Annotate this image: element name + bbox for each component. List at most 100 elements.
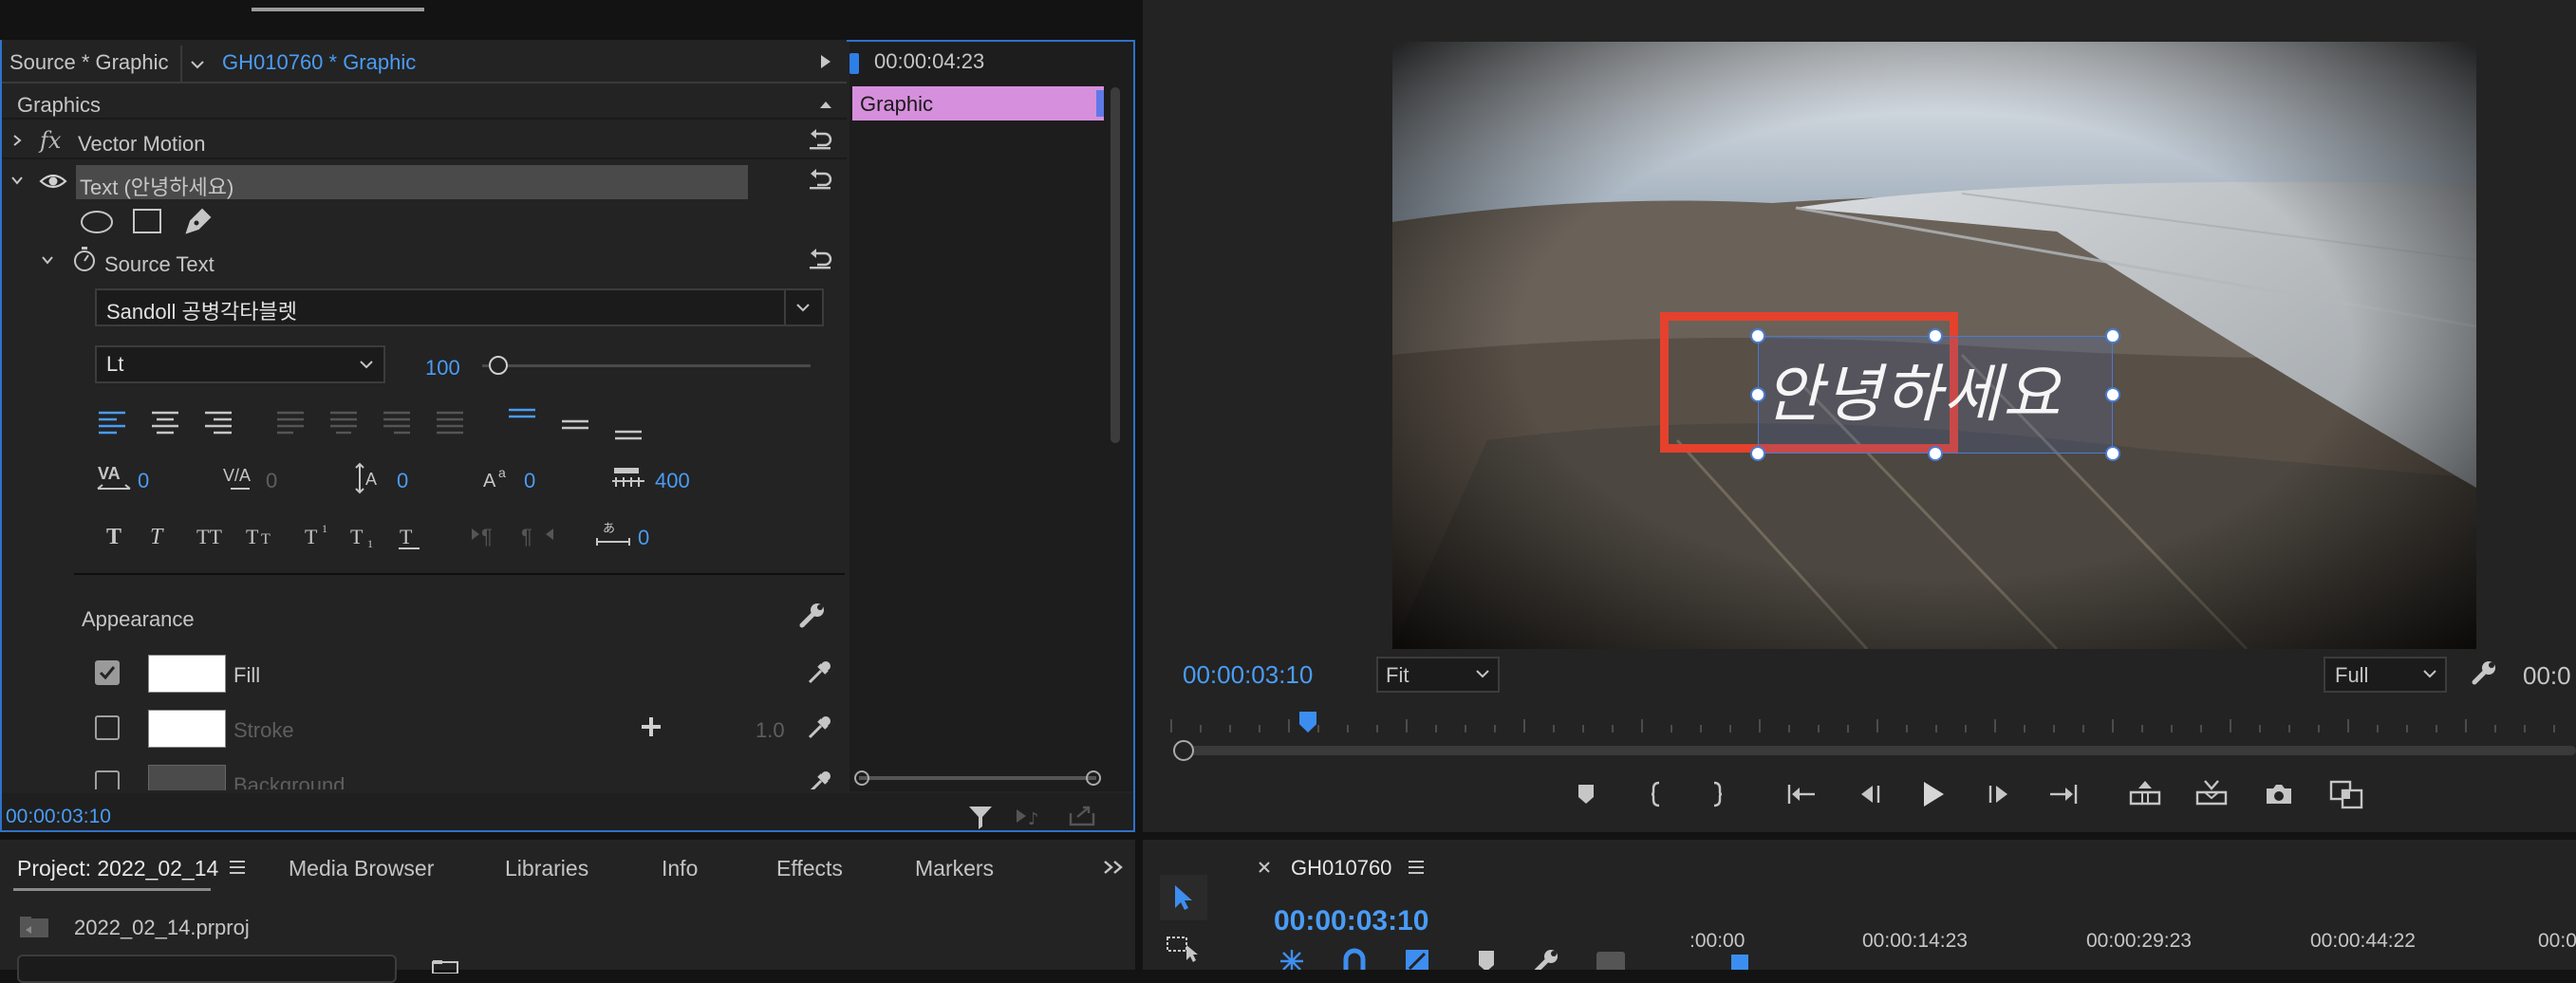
align-bottom-icon[interactable] (611, 419, 645, 448)
close-tab-icon[interactable] (1255, 858, 1274, 877)
chevron-down-icon[interactable] (186, 55, 209, 74)
kerning-icon[interactable]: V/A (220, 461, 258, 497)
fill-checkbox[interactable] (95, 660, 120, 685)
collapse-up-icon[interactable] (816, 95, 835, 114)
reset-icon[interactable] (807, 245, 833, 271)
program-zoom-handle[interactable] (1173, 740, 1194, 761)
handle-bm[interactable] (1928, 446, 1943, 461)
lift-icon[interactable] (2126, 778, 2164, 808)
sequence-timecode[interactable]: 00:00:03:10 (1274, 905, 1428, 937)
program-timecode[interactable]: 00:00:03:10 (1183, 660, 1313, 690)
stroke-width-value[interactable]: 1.0 (756, 718, 785, 743)
eyedropper-icon[interactable] (805, 714, 833, 742)
program-video-frame[interactable]: 안녕하세요 (1392, 42, 2476, 649)
handle-tr[interactable] (2105, 328, 2120, 343)
new-bin-icon[interactable] (429, 956, 461, 975)
handle-tl[interactable] (1750, 328, 1765, 343)
track-select-tool-icon[interactable] (1164, 932, 1204, 964)
add-marker-icon[interactable] (1572, 780, 1600, 808)
mark-in-icon[interactable] (1642, 780, 1671, 808)
marker-icon[interactable] (1475, 947, 1498, 970)
wrench-icon[interactable] (1532, 947, 1560, 970)
play-icon[interactable] (1917, 778, 1950, 810)
subscript-icon[interactable]: T1 (347, 520, 383, 550)
stroke-checkbox[interactable] (95, 715, 120, 740)
graphic-clip[interactable]: Graphic (852, 86, 1104, 121)
project-file-name[interactable]: 2022_02_14.prproj (74, 916, 250, 940)
handle-tm[interactable] (1928, 328, 1943, 343)
sequence-playhead[interactable] (1731, 955, 1748, 970)
handle-mr[interactable] (2105, 387, 2120, 402)
tracking-value[interactable]: 0 (138, 469, 149, 493)
stopwatch-icon[interactable] (70, 245, 99, 273)
filter-icon[interactable] (966, 803, 995, 831)
chevron-down-icon[interactable] (355, 355, 378, 374)
go-to-in-icon[interactable] (1784, 780, 1819, 808)
step-forward-icon[interactable] (1984, 780, 2016, 808)
tab-width-icon[interactable]: あ (594, 518, 632, 552)
tsume-icon[interactable] (609, 461, 647, 497)
small-caps-icon[interactable]: TT (243, 520, 285, 550)
program-zoom-bar[interactable] (1186, 746, 2576, 755)
align-middle-icon[interactable] (558, 412, 592, 440)
extract-icon[interactable] (2193, 778, 2231, 808)
align-right-icon[interactable] (201, 408, 235, 436)
compare-view-icon[interactable] (2327, 778, 2365, 810)
font-size-value[interactable]: 100 (425, 356, 460, 380)
leading-value[interactable]: 0 (397, 469, 408, 493)
reset-icon[interactable] (807, 125, 833, 152)
step-back-icon[interactable] (1853, 780, 1885, 808)
program-time-ruler[interactable] (1169, 710, 2576, 748)
hamburger-menu-icon[interactable] (1405, 856, 1428, 879)
align-top-icon[interactable] (505, 402, 539, 431)
tab-effects[interactable]: Effects (776, 856, 843, 881)
more-panels-icon[interactable] (1101, 856, 1126, 879)
rectangle-icon[interactable] (131, 207, 163, 235)
chevron-down-icon[interactable] (792, 298, 814, 317)
tab-source-graphic[interactable]: Source * Graphic (9, 50, 169, 75)
hamburger-menu-icon[interactable] (226, 856, 249, 879)
project-search-input[interactable] (17, 955, 397, 983)
linked-selection-icon[interactable] (1403, 947, 1431, 970)
align-left-icon[interactable] (95, 408, 129, 436)
plus-icon[interactable] (638, 714, 664, 740)
tab-width-value[interactable]: 0 (638, 526, 649, 550)
ec-zoom-bar[interactable] (859, 776, 1096, 780)
tab-sequence-graphic[interactable]: GH010760 * Graphic (222, 50, 416, 75)
play-triangle-icon[interactable] (816, 51, 835, 72)
eyedropper-icon[interactable] (805, 769, 833, 789)
reset-icon[interactable] (807, 165, 833, 192)
overlay-text[interactable]: 안녕하세요 (1764, 343, 2106, 435)
wrench-icon[interactable] (797, 600, 828, 630)
tsume-value[interactable]: 400 (655, 469, 690, 493)
tab-libraries[interactable]: Libraries (505, 856, 588, 881)
zoom-handle-right[interactable] (1086, 770, 1101, 786)
clip-end-handle[interactable] (1096, 90, 1104, 117)
selection-tool-icon[interactable] (1160, 875, 1207, 920)
background-color-swatch[interactable] (148, 765, 226, 790)
ec-timeline-scrollbar[interactable] (1111, 87, 1120, 443)
baseline-shift-value[interactable]: 0 (524, 469, 535, 493)
eyedropper-icon[interactable] (805, 658, 833, 687)
fx-icon[interactable]: fx (40, 127, 61, 154)
handle-br[interactable] (2105, 446, 2120, 461)
ec-current-time[interactable]: 00:00:03:10 (6, 806, 111, 828)
eye-icon[interactable] (38, 171, 68, 192)
stroke-color-swatch[interactable] (148, 710, 226, 748)
faux-italic-icon[interactable]: T (144, 520, 177, 550)
zoom-handle-left[interactable] (854, 770, 869, 786)
leading-icon[interactable]: A (353, 459, 391, 497)
sequence-name-tab[interactable]: GH010760 (1291, 856, 1391, 881)
wrench-icon[interactable] (2470, 658, 2498, 687)
handle-bl[interactable] (1750, 446, 1765, 461)
chevron-down-icon[interactable] (1471, 664, 1494, 683)
chevron-down-icon[interactable] (2418, 664, 2441, 683)
expand-arrow-icon[interactable] (8, 131, 27, 150)
font-style-select[interactable] (95, 345, 385, 383)
superscript-icon[interactable]: T1 (302, 520, 338, 550)
tab-project[interactable]: Project: 2022_02_14 (17, 856, 218, 881)
expand-down-icon[interactable] (38, 250, 57, 269)
go-to-out-icon[interactable] (2046, 780, 2081, 808)
expand-down-icon[interactable] (8, 171, 27, 190)
captions-icon[interactable] (1595, 949, 1627, 970)
